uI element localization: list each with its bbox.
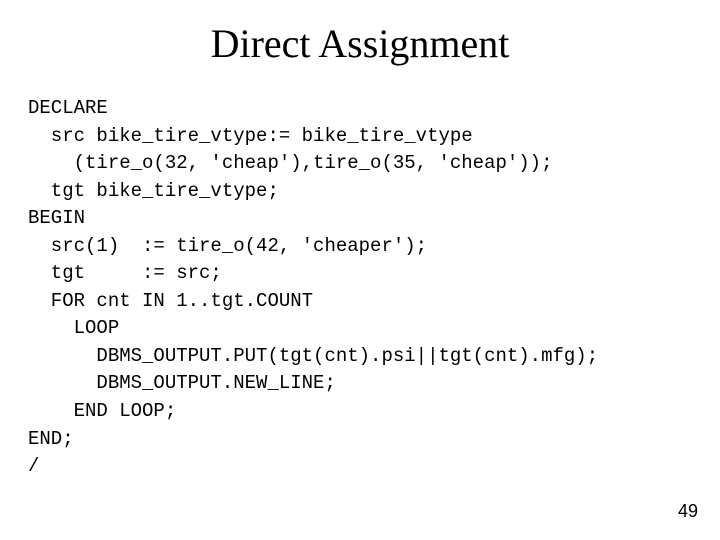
page-number: 49	[678, 501, 698, 522]
code-block: DECLARE src bike_tire_vtype:= bike_tire_…	[28, 95, 720, 481]
slide: Direct Assignment DECLARE src bike_tire_…	[0, 0, 720, 540]
slide-title: Direct Assignment	[0, 20, 720, 67]
